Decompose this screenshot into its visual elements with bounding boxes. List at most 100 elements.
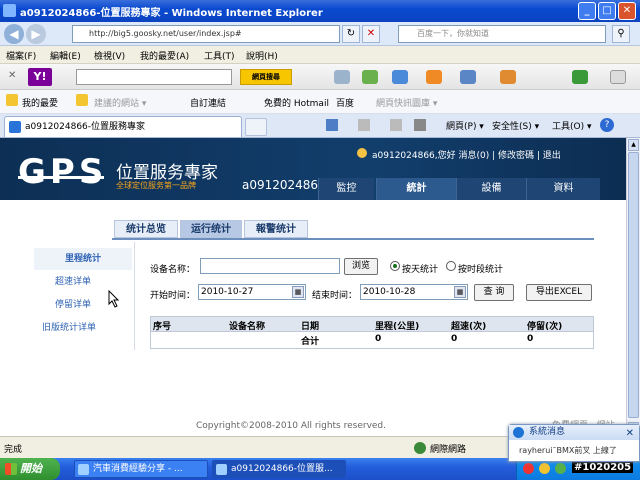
total-mileage: 0	[375, 334, 382, 344]
favorites-star-icon[interactable]	[6, 94, 18, 106]
user-links[interactable]: a0912024866,您好 消息(0) | 修改密碼 | 退出	[372, 148, 561, 161]
col-speeding: 超速(次)	[451, 322, 487, 332]
tray-icon-2[interactable]	[539, 463, 550, 474]
gps-logo: GPS	[18, 152, 108, 192]
favorites-label[interactable]: 我的最愛	[22, 96, 58, 109]
nav-data[interactable]: 資料	[526, 178, 600, 200]
copyright: Copyright©2008-2010 All rights reserved.	[196, 421, 387, 431]
nav-devices[interactable]: 設備	[456, 178, 526, 200]
scroll-thumb[interactable]	[628, 152, 639, 418]
vertical-scrollbar[interactable]: ▲ ▼	[626, 138, 640, 436]
device-input[interactable]	[200, 258, 340, 274]
end-calendar-icon[interactable]: ▦	[454, 286, 466, 298]
scroll-up-icon[interactable]: ▲	[628, 139, 639, 151]
export-excel-button[interactable]: 导出EXCEL	[526, 284, 592, 301]
menu-help[interactable]: 說明(H)	[246, 49, 278, 62]
info-icon	[513, 427, 524, 438]
menu-edit[interactable]: 編輯(E)	[50, 49, 81, 62]
end-time-input[interactable]: 2010-10-28	[360, 284, 468, 300]
start-button[interactable]: 開始	[0, 458, 60, 480]
tab-overview[interactable]: 统计总览	[114, 220, 178, 238]
home-icon[interactable]	[326, 119, 338, 131]
by-day-radio[interactable]	[390, 261, 400, 271]
menu-favorites[interactable]: 我的最愛(A)	[140, 49, 189, 62]
menu-view[interactable]: 檢視(V)	[94, 49, 125, 62]
fav-baidu[interactable]: 百度	[336, 96, 354, 109]
settings-icon[interactable]	[610, 70, 626, 84]
yahoo-search-input[interactable]	[76, 69, 232, 85]
url-input[interactable]: http://big5.goosky.net/user/index.jsp#	[72, 25, 340, 43]
task-gps-page[interactable]: a0912024866-位置服...	[212, 460, 346, 478]
yahoo-search-button[interactable]: 網頁搜尋	[240, 69, 292, 85]
sidebar-item-mileage[interactable]: 里程统计	[34, 248, 132, 270]
nav-statistics[interactable]: 統計	[376, 178, 456, 200]
query-button[interactable]: 查 询	[474, 284, 514, 301]
help-button[interactable]: ?	[600, 118, 614, 132]
user-icon	[357, 148, 367, 158]
new-tab-button[interactable]	[245, 118, 267, 136]
by-period-radio[interactable]	[446, 261, 456, 271]
total-label: 合计	[301, 337, 320, 347]
print-icon[interactable]	[414, 119, 426, 131]
logo-underline	[18, 176, 104, 179]
bookmark-icon[interactable]	[362, 70, 378, 84]
search-input[interactable]: 百度一下，你就知道	[398, 25, 606, 43]
tab-alarm-stats[interactable]: 報警统计	[244, 220, 308, 238]
tools-menu[interactable]: 工具(O) ▾	[552, 119, 592, 132]
safety-menu[interactable]: 安全性(S) ▾	[492, 119, 539, 132]
page-content: GPS 位置服务專家 全球定位服务第一品牌 a0912024866 a09120…	[0, 138, 626, 436]
start-time-input[interactable]: 2010-10-27	[198, 284, 306, 300]
close-window-button[interactable]: ✕	[618, 2, 636, 20]
search-icon[interactable]: ⚲	[612, 25, 630, 43]
mail-icon[interactable]	[334, 70, 350, 84]
nav-monitor[interactable]: 監控	[318, 178, 374, 200]
menu-tools[interactable]: 工具(T)	[204, 49, 235, 62]
ie-icon	[3, 4, 16, 17]
fav-hotmail[interactable]: 免費的 Hotmail	[264, 96, 329, 109]
games-icon[interactable]	[500, 70, 516, 84]
total-speeding: 0	[451, 334, 458, 344]
maximize-button[interactable]: □	[598, 2, 616, 20]
col-index: 序号	[153, 322, 172, 332]
stop-button[interactable]: ✕	[362, 25, 380, 43]
browse-button[interactable]: 浏览	[344, 258, 378, 275]
active-tab[interactable]: a0912024866-位置服務專家	[4, 116, 242, 137]
sidebar-item-legacy[interactable]: 旧版统计详单	[20, 317, 118, 339]
forward-button[interactable]: ▶	[26, 24, 46, 44]
feeds-icon[interactable]	[358, 119, 370, 131]
notification-popup[interactable]: 系統消息 ✕ rayherui¯BMX前叉 上線了	[508, 424, 640, 462]
page-menu[interactable]: 網頁(P) ▾	[446, 119, 484, 132]
watermark-id: #1020205	[572, 462, 634, 473]
refresh-button[interactable]: ↻	[342, 25, 360, 43]
fav-suggested[interactable]: 建議的網站 ▾	[94, 96, 146, 109]
popup-header: 系統消息 ✕	[509, 425, 639, 440]
window-titlebar: a0912024866-位置服務專家 - Windows Internet Ex…	[0, 0, 640, 22]
back-button[interactable]: ◀	[4, 24, 24, 44]
start-calendar-icon[interactable]: ▦	[292, 286, 304, 298]
rss-icon[interactable]	[426, 70, 442, 84]
task-car-blog[interactable]: 汽車消費經驗分享 - ...	[74, 460, 208, 478]
toolbar-close-icon[interactable]: ✕	[8, 70, 16, 81]
tab-running-stats[interactable]: 运行统计	[180, 220, 242, 238]
menu-bar: 檔案(F) 編輯(E) 檢視(V) 我的最愛(A) 工具(T) 說明(H)	[0, 46, 640, 64]
read-mail-icon[interactable]	[390, 119, 402, 131]
tray-icon-3[interactable]	[555, 463, 566, 474]
windows-logo-icon	[5, 463, 17, 475]
add-favorite-icon[interactable]	[76, 94, 88, 106]
news-icon[interactable]	[392, 70, 408, 84]
by-period-label: 按时段统计	[458, 265, 504, 275]
mouse-cursor-icon	[108, 290, 120, 308]
menu-file[interactable]: 檔案(F)	[6, 49, 36, 62]
yahoo-logo[interactable]: Y!	[28, 68, 52, 86]
messenger-icon[interactable]	[460, 70, 476, 84]
tray-icon-1[interactable]	[523, 463, 534, 474]
popup-close-icon[interactable]: ✕	[626, 426, 634, 441]
yahoo-toolbar: ✕ Y! 網頁搜尋	[0, 64, 640, 90]
globe-icon	[414, 442, 426, 454]
fav-webslice[interactable]: 網頁快訊圖庫 ▾	[376, 96, 437, 109]
minimize-button[interactable]: _	[578, 2, 596, 20]
col-stops: 停留(次)	[527, 322, 563, 332]
fav-custom-links[interactable]: 自訂連結	[190, 96, 226, 109]
window-title: a0912024866-位置服務專家 - Windows Internet Ex…	[20, 8, 323, 19]
add-icon[interactable]	[572, 70, 588, 84]
